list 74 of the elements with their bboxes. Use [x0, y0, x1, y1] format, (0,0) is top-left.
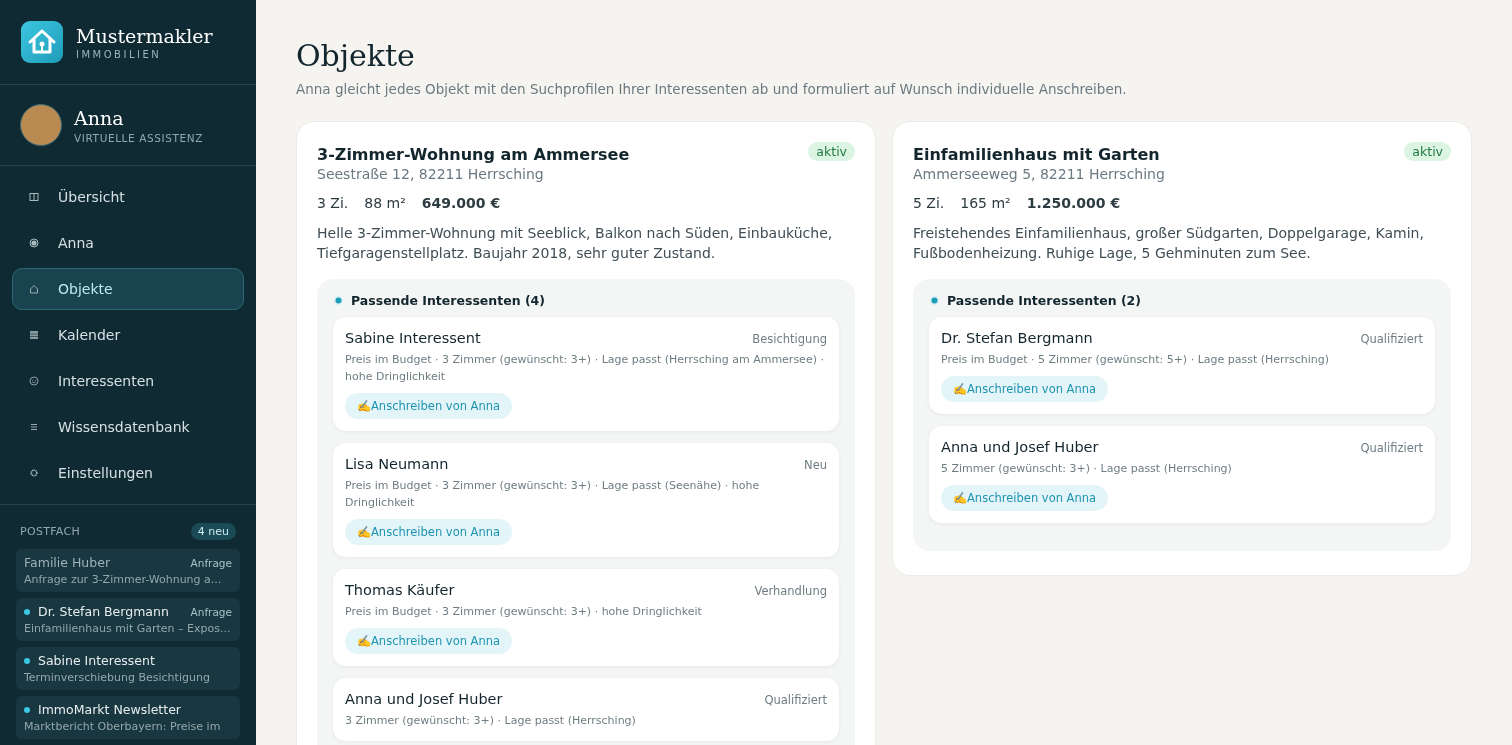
message-tag: Anfrage	[190, 556, 232, 569]
lead-stage: Besichtigung	[752, 332, 827, 346]
lead-name: Thomas Käufer	[345, 582, 455, 598]
lead-stage: Verhandlung	[754, 584, 827, 598]
nav-item[interactable]: Interessenten	[12, 360, 244, 402]
lead-stage: Qualifiziert	[1360, 332, 1423, 346]
property-address: Ammerseeweg 5, 82211 Herrsching	[913, 166, 1166, 182]
match-reasons: Preis im Budget · 5 Zimmer (gewünscht: 5+) · Lage passt (Herrsching)	[941, 352, 1330, 368]
nav-item[interactable]: Einstellungen	[12, 452, 244, 494]
living-area: 165 m²	[960, 195, 1011, 211]
nav-item[interactable]: Objekte	[12, 268, 244, 310]
lead-name: Anna und Josef Huber	[345, 691, 503, 707]
property-description: Helle 3-Zimmer-Wohnung mit Seeblick, Balkon nach Süden, Einbauküche, Tiefgaragenstellplatz. Baujahr 2018, sehr guter Zustand.	[317, 224, 834, 263]
inbox-message[interactable]: Sabine Interessent Terminverschiebung Besichtigung	[16, 647, 240, 690]
room-count: 5 Zi.	[913, 195, 945, 211]
room-count: 3 Zi.	[317, 195, 349, 211]
avatar	[20, 104, 62, 146]
match-reasons: Preis im Budget · 3 Zimmer (gewünscht: 3+) · Lage passt (Seenähe) · hohe Dringlichkeit	[345, 478, 761, 511]
radio-dot-icon	[929, 295, 940, 306]
nav-item[interactable]: Wissensdatenbank	[12, 406, 244, 448]
lead-name: Anna und Josef Huber	[941, 439, 1099, 455]
sender-name: Familie Huber	[24, 555, 112, 570]
sender-name: ImmoMarkt Newsletter	[38, 702, 182, 717]
sender-name: Sabine Interessent	[38, 653, 156, 668]
settings-icon	[29, 468, 39, 478]
nav-item[interactable]: Kalender	[12, 314, 244, 356]
matches-heading: Passende Interessenten (2)	[947, 293, 1142, 308]
message-preview: Einfamilienhaus mit Garten – Expos...	[24, 622, 232, 635]
radio-dot-icon	[29, 238, 39, 248]
radio-dot-icon	[333, 295, 344, 306]
assistant-role: VIRTUELLE ASSISTENZ	[74, 131, 203, 144]
inbox-message[interactable]: Dr. Stefan Bergmann Anfrage Einfamilienhaus mit Garten – Expos...	[16, 598, 240, 641]
status-badge: aktiv	[1404, 142, 1451, 161]
price: 649.000 €	[421, 195, 501, 211]
calendar-icon	[29, 330, 39, 340]
lead-stage: Qualifiziert	[1360, 441, 1423, 455]
brand-tagline: IMMOBILIEN	[76, 48, 163, 60]
message-preview: Marktbericht Oberbayern: Preise im	[24, 720, 222, 733]
inbox-heading: POSTFACH	[20, 525, 80, 538]
match-reasons: 5 Zimmer (gewünscht: 3+) · Lage passt (Herrsching)	[941, 461, 1233, 477]
status-badge: aktiv	[808, 142, 855, 161]
property-address: Seestraße 12, 82211 Herrsching	[317, 166, 545, 182]
message-preview: Terminverschiebung Besichtigung	[24, 671, 211, 684]
smiley-icon	[29, 376, 39, 386]
match-reasons: Preis im Budget · 3 Zimmer (gewünscht: 3+) · hohe Dringlichkeit	[345, 604, 703, 620]
property-title: 3-Zimmer-Wohnung am Ammersee	[317, 145, 630, 164]
lead-name: Dr. Stefan Bergmann	[941, 330, 1093, 346]
home-icon	[29, 284, 39, 294]
nav-item[interactable]: Anna	[12, 222, 244, 264]
price: 1.250.000 €	[1026, 195, 1121, 211]
lead-stage: Qualifiziert	[764, 693, 827, 707]
message-preview: Anfrage zur 3-Zimmer-Wohnung a...	[24, 573, 223, 586]
brand-name: Mustermakler	[76, 24, 213, 47]
new-count-badge: 4 neu	[190, 523, 236, 540]
assistant-name: Anna	[74, 106, 125, 129]
property-description: Freistehendes Einfamilienhaus, großer Südgarten, Doppelgarage, Kamin, Fußbodenheizung. Ruhige Lage, 5 Gehminuten zum See.	[913, 224, 1425, 263]
living-area: 88 m²	[364, 195, 406, 211]
lead-name: Sabine Interessent	[345, 330, 481, 346]
lead-name: Lisa Neumann	[345, 456, 449, 472]
sender-name: Dr. Stefan Bergmann	[38, 604, 170, 619]
lead-stage: Neu	[804, 458, 827, 472]
message-tag: Anfrage	[190, 605, 232, 618]
page-subtitle: Anna gleicht jedes Objekt mit den Suchprofilen Ihrer Interessenten ab und formuliert auf Wunsch individuelle Anschreiben.	[296, 81, 1128, 97]
house-logo-icon	[21, 21, 63, 63]
list-icon	[29, 422, 39, 432]
match-reasons: Preis im Budget · 3 Zimmer (gewünscht: 3+) · Lage passt (Herrsching am Ammersee) · hohe Dringlichkeit	[345, 352, 825, 385]
columns-icon	[29, 192, 39, 202]
inbox-message[interactable]: ImmoMarkt Newsletter Marktbericht Oberbayern: Preise im	[16, 696, 240, 739]
page-title: Objekte	[296, 38, 416, 73]
nav-item[interactable]: Übersicht	[12, 176, 244, 218]
matches-heading: Passende Interessenten (4)	[351, 293, 546, 308]
property-title: Einfamilienhaus mit Garten	[913, 145, 1160, 164]
inbox-message[interactable]: Familie Huber Anfrage Anfrage zur 3-Zimmer-Wohnung a...	[16, 549, 240, 592]
match-reasons: 3 Zimmer (gewünscht: 3+) · Lage passt (Herrsching)	[345, 713, 637, 729]
